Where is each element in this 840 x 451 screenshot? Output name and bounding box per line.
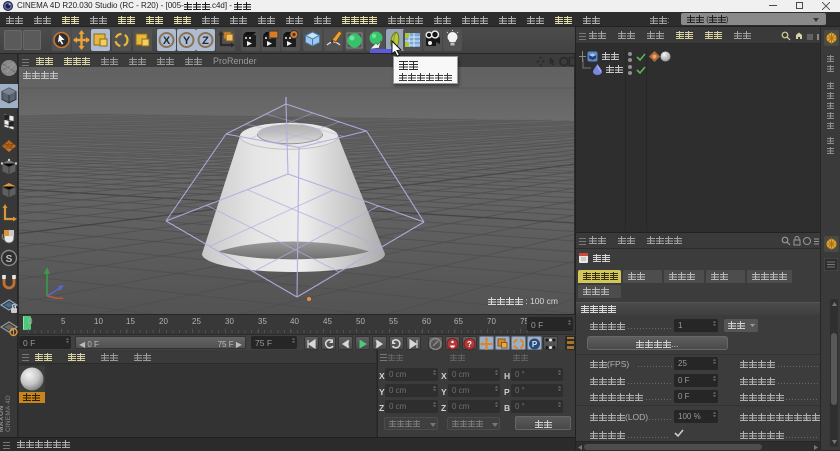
svg-text:S: S — [6, 254, 13, 265]
svg-text:Y: Y — [182, 35, 190, 47]
svg-text:Z: Z — [202, 35, 209, 47]
svg-text:X: X — [163, 35, 171, 47]
svg-text:P: P — [532, 340, 538, 349]
svg-text:?: ? — [467, 340, 472, 349]
